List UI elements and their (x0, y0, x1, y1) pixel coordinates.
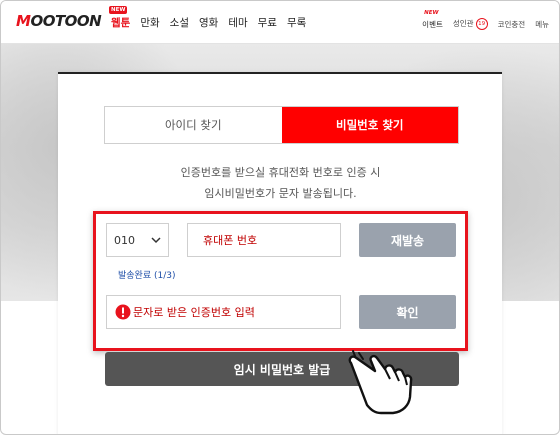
tab-find-password[interactable]: 비밀번호 찾기 (281, 107, 458, 143)
event-label: 이벤트 (422, 19, 443, 29)
instruction-text: 인증번호를 받으실 휴대전화 번호로 인증 시 임시비밀번호가 문자 발송됩니다… (104, 162, 457, 204)
logo[interactable]: MOOTOON (16, 12, 102, 32)
find-account-card: 아이디 찾기 비밀번호 찾기 인증번호를 받으실 휴대전화 번호로 인증 시 임… (58, 72, 502, 434)
top-nav: MOOTOON NEW 웹툰 만화 소설 영화 테마 무료 무록 NEW 이벤트… (1, 1, 559, 44)
adult-19-badge: 19 (475, 18, 488, 30)
confirm-button[interactable]: 확인 (359, 295, 456, 329)
menu-item-list[interactable]: 무록 (287, 15, 306, 30)
app-frame: MOOTOON NEW 웹툰 만화 소설 영화 테마 무료 무록 NEW 이벤트… (0, 0, 560, 435)
menu-item-webtoon[interactable]: NEW 웹툰 (109, 6, 131, 30)
pointing-hand-icon (348, 350, 413, 415)
new-badge: NEW (109, 6, 128, 14)
verification-code-input[interactable]: 문자로 받은 인증번호 입력 (106, 295, 341, 329)
tab-find-id[interactable]: 아이디 찾기 (105, 107, 282, 143)
adult-link[interactable]: 성인관 19 (453, 18, 488, 30)
event-new-badge: NEW (424, 9, 439, 16)
instruction-line-2: 임시비밀번호가 문자 발송됩니다. (204, 187, 357, 200)
coin-charge-link[interactable]: 코인충전 (498, 19, 526, 30)
adult-label: 성인관 (452, 19, 474, 28)
country-code-value: 010 (114, 233, 135, 247)
menu-item-movie[interactable]: 영화 (199, 15, 218, 30)
utility-menu: NEW 이벤트 성인관 19 코인충전 메뉴 (422, 10, 549, 30)
sent-status: 발송완료 (1/3) (118, 271, 176, 281)
menu-item-novel[interactable]: 소설 (170, 15, 189, 30)
menu-link[interactable]: 메뉴 (535, 19, 549, 30)
main-menu: NEW 웹툰 만화 소설 영화 테마 무료 무록 (109, 6, 306, 30)
resend-button[interactable]: 재발송 (359, 223, 456, 257)
menu-item-label: 웹툰 (111, 17, 131, 29)
phone-placeholder: 휴대폰 번호 (203, 234, 258, 247)
event-link[interactable]: NEW 이벤트 (422, 10, 443, 30)
find-tabs: 아이디 찾기 비밀번호 찾기 (104, 106, 459, 144)
menu-item-theme[interactable]: 테마 (228, 15, 247, 30)
logo-text: OOTOON (30, 12, 102, 30)
country-code-select[interactable]: 010 (106, 223, 169, 257)
menu-item-free[interactable]: 무료 (258, 15, 277, 30)
verification-highlight-box: 010 휴대폰 번호 재발송 발송완료 (1/3) 문자로 받은 인증번호 입력… (93, 211, 468, 351)
chevron-down-icon (151, 237, 161, 244)
code-placeholder: 문자로 받은 인증번호 입력 (133, 306, 255, 319)
exclamation-icon (115, 304, 131, 320)
instruction-line-1: 인증번호를 받으실 휴대전화 번호로 인증 시 (180, 166, 381, 179)
menu-item-comics[interactable]: 만화 (140, 15, 159, 30)
phone-number-input[interactable]: 휴대폰 번호 (187, 223, 341, 257)
